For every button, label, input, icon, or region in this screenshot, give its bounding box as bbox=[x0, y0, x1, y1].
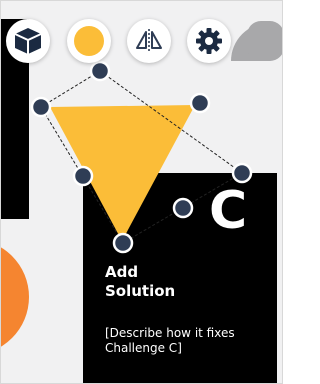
card-title[interactable]: Add Solution bbox=[105, 263, 175, 301]
resize-handle-bottom[interactable] bbox=[112, 232, 134, 254]
color-fill-icon bbox=[74, 26, 104, 56]
resize-handle-top-right[interactable] bbox=[189, 92, 211, 114]
canvas[interactable]: C Add Solution [Describe how it fixes Ch… bbox=[0, 0, 283, 384]
card-title-line2: Solution bbox=[105, 282, 176, 300]
orange-circle-shape[interactable] bbox=[1, 239, 29, 355]
flip-icon bbox=[136, 29, 162, 52]
resize-handle-left[interactable] bbox=[72, 165, 94, 187]
settings-button[interactable] bbox=[187, 19, 231, 63]
resize-handle-top[interactable] bbox=[89, 60, 111, 82]
settings-icon bbox=[196, 28, 222, 54]
shape-3d-icon bbox=[14, 28, 42, 54]
resize-handle-right[interactable] bbox=[231, 162, 253, 184]
shape-3d-button[interactable] bbox=[6, 19, 50, 63]
card-title-line1: Add bbox=[105, 263, 139, 281]
card-letter: C bbox=[209, 181, 248, 241]
resize-handle-bottom-right[interactable] bbox=[172, 197, 194, 219]
flip-button[interactable] bbox=[127, 19, 171, 63]
color-fill-button[interactable] bbox=[67, 19, 111, 63]
card-description[interactable]: [Describe how it fixes Challenge C] bbox=[105, 326, 265, 356]
resize-handle-top-left[interactable] bbox=[30, 96, 52, 118]
grey-rounded-shape[interactable] bbox=[247, 21, 283, 61]
